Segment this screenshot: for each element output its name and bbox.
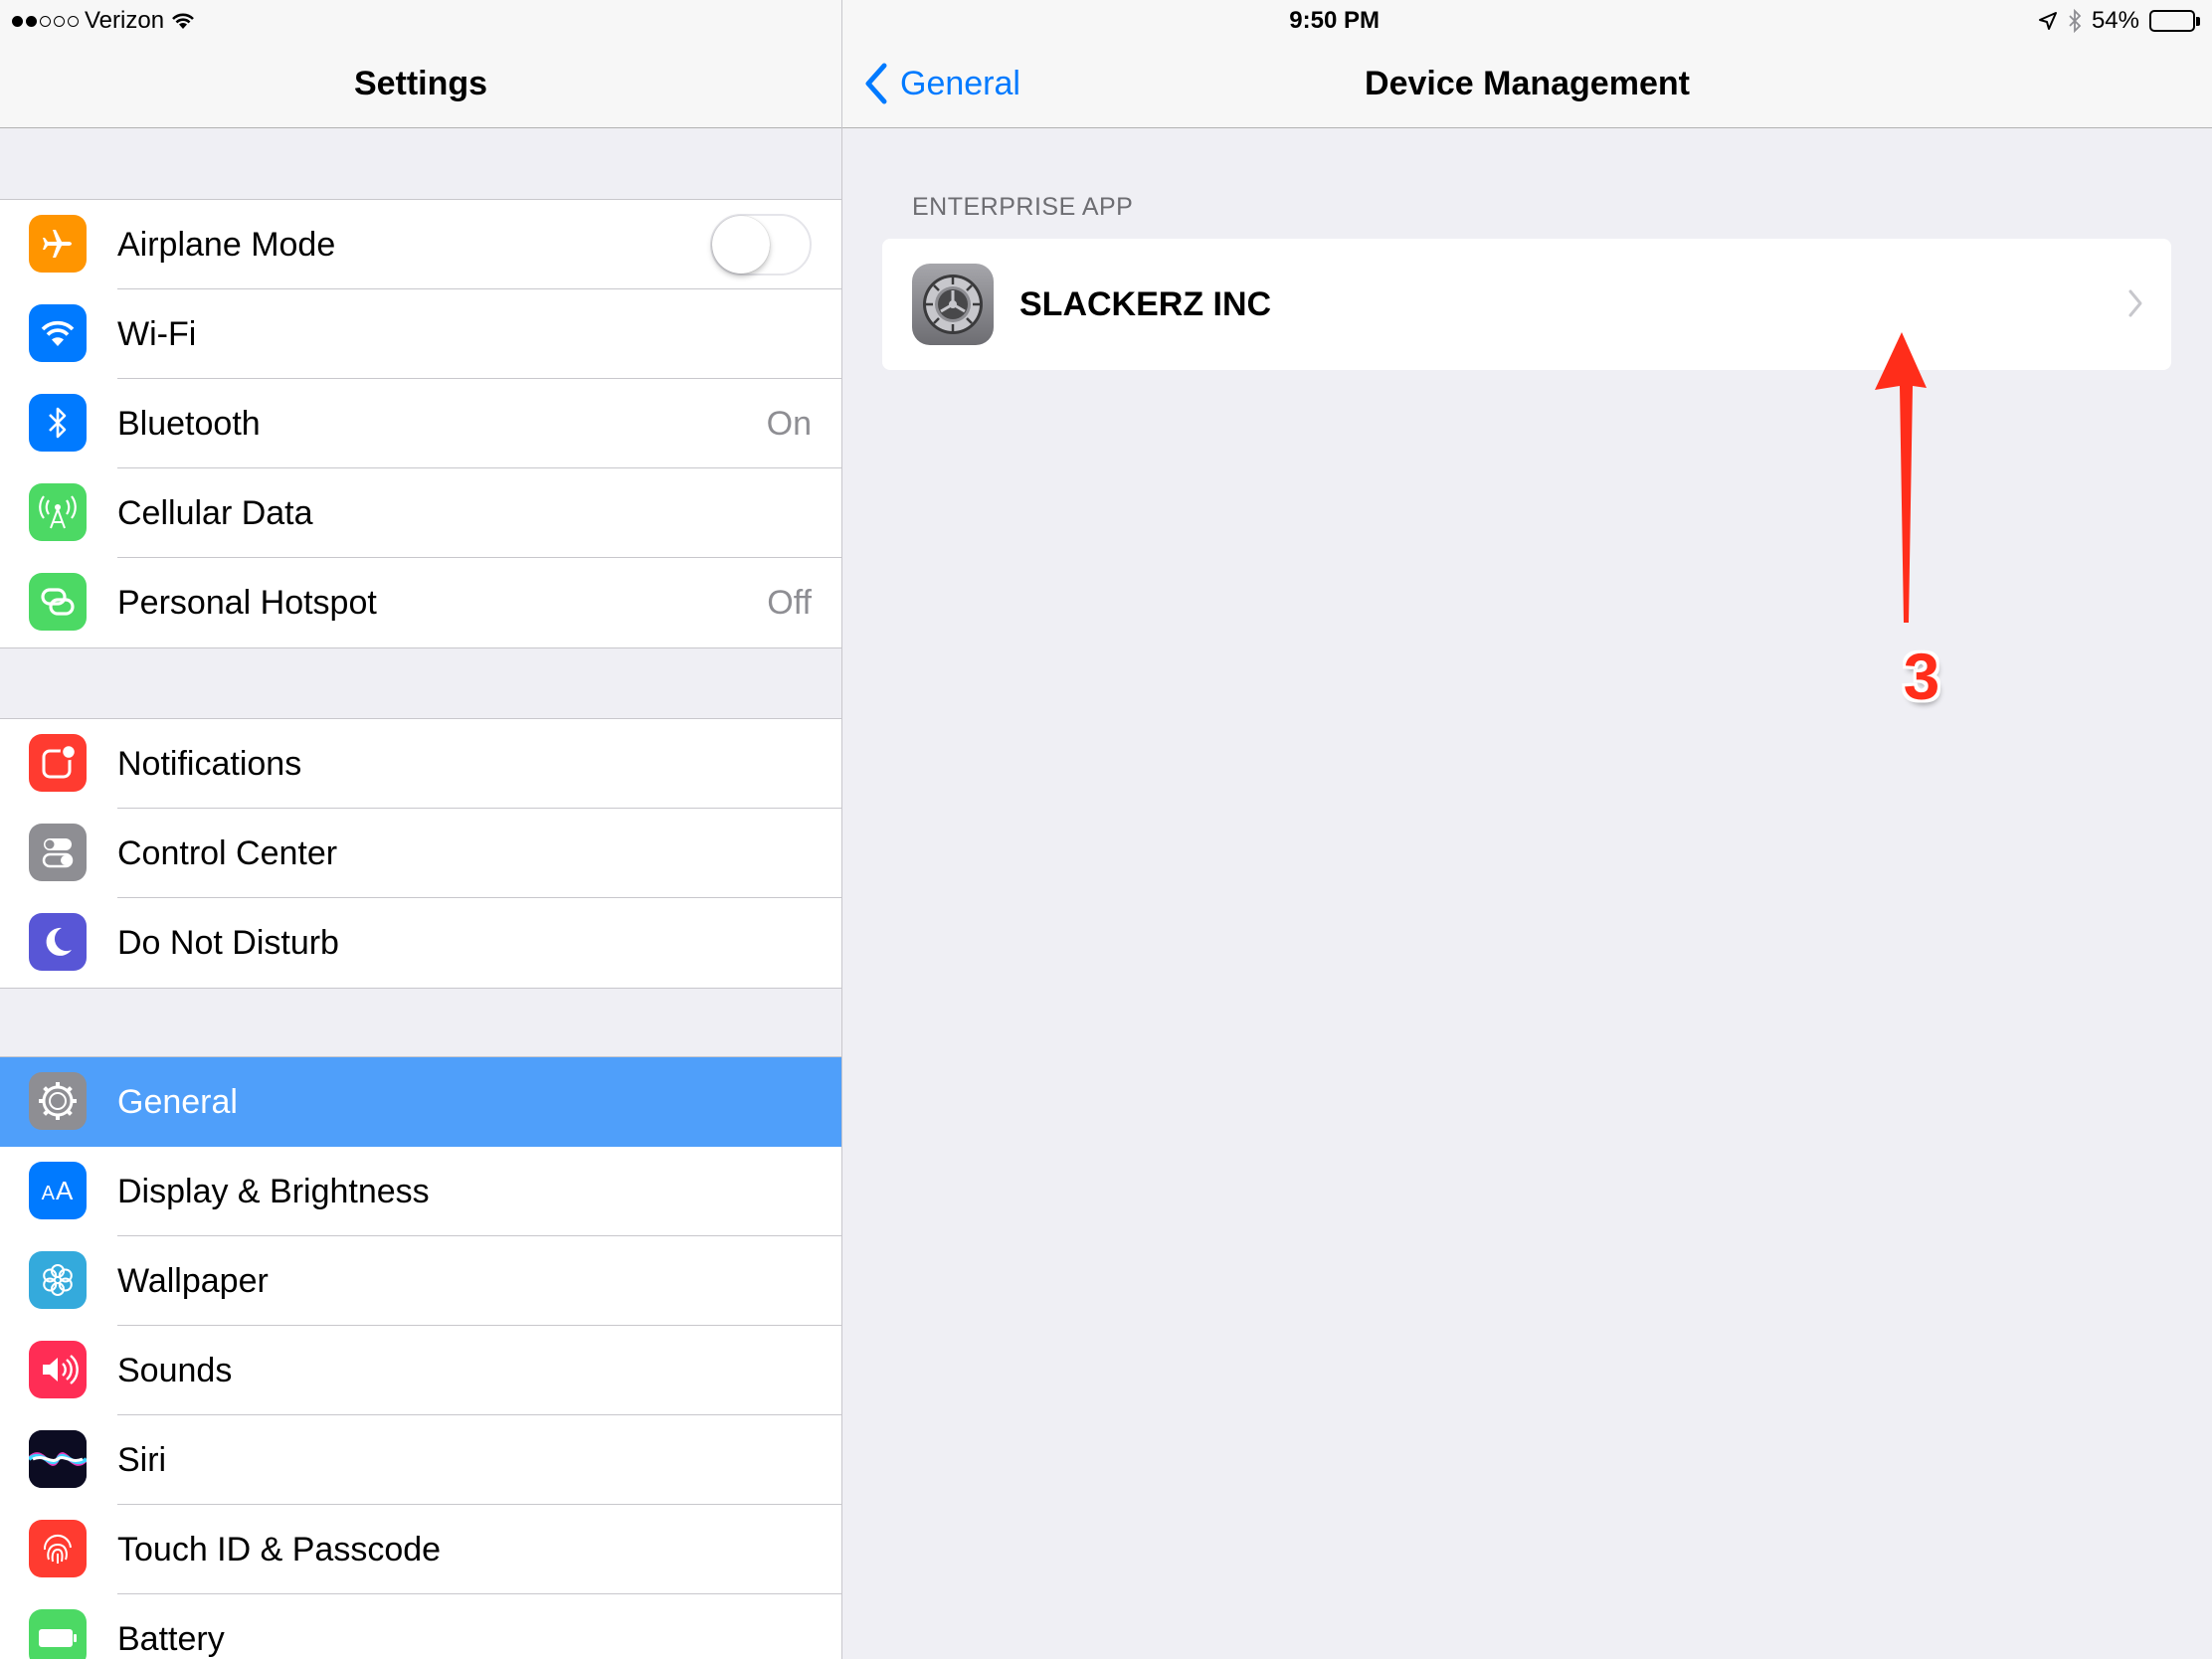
settings-item-bluetooth[interactable]: Bluetooth On [0, 379, 841, 468]
settings-item-touch-id-and-passcode[interactable]: Touch ID & Passcode [0, 1505, 841, 1594]
settings-app-icon [912, 264, 994, 345]
settings-item-do-not-disturb[interactable]: Do Not Disturb [0, 898, 841, 988]
settings-item-label: Battery [117, 1620, 225, 1658]
control-center-icon [29, 824, 87, 881]
siri-icon [29, 1430, 87, 1488]
signal-dot [54, 15, 65, 27]
moon-icon [29, 913, 87, 971]
wifi-status-icon [172, 13, 194, 29]
notifications-icon [29, 734, 87, 792]
settings-item-notifications[interactable]: Notifications [0, 719, 841, 809]
sounds-icon [29, 1341, 87, 1398]
settings-item-label: Cellular Data [117, 494, 313, 532]
battery-status-icon [2149, 10, 2200, 32]
chevron-right-icon [2128, 289, 2142, 317]
settings-item-label: Notifications [117, 745, 302, 783]
settings-group: Notifications Control Center Do Not Distur… [0, 718, 841, 989]
settings-item-battery[interactable]: Battery [0, 1594, 841, 1659]
settings-item-display-and-brightness[interactable]: AA Display & Brightness [0, 1147, 841, 1236]
settings-item-value: Off [767, 584, 812, 622]
status-right-cluster: 54% [2038, 6, 2200, 36]
signal-strength-icon [12, 15, 79, 27]
signal-dot [26, 15, 37, 27]
airplane-icon [29, 215, 87, 273]
fingerprint-icon [29, 1520, 87, 1577]
settings-item-label: Touch ID & Passcode [117, 1531, 442, 1568]
settings-item-label: Wallpaper [117, 1262, 269, 1300]
settings-item-general[interactable]: General [0, 1057, 841, 1147]
profile-name: SLACKERZ INC [1019, 285, 1272, 323]
settings-item-label: Do Not Disturb [117, 924, 339, 962]
carrier-name: Verizon [85, 7, 165, 34]
display-icon: AA [29, 1162, 87, 1219]
signal-dot [40, 15, 51, 27]
section-header: ENTERPRISE APP [912, 193, 1134, 221]
annotation-arrow [1875, 332, 1927, 623]
settings-item-label: Bluetooth [117, 405, 261, 443]
settings-group: Airplane Mode Wi-Fi Bluetooth On Cellular Da… [0, 199, 841, 648]
settings-item-wallpaper[interactable]: Wallpaper [0, 1236, 841, 1326]
settings-item-value: On [766, 405, 812, 443]
cellular-icon [29, 483, 87, 541]
settings-item-sounds[interactable]: Sounds [0, 1326, 841, 1415]
settings-item-siri[interactable]: Siri [0, 1415, 841, 1505]
enterprise-profile-row[interactable]: SLACKERZ INC [882, 239, 2171, 370]
wifi-icon [29, 304, 87, 362]
bluetooth-icon [29, 394, 87, 452]
settings-item-label: General [117, 1083, 238, 1121]
battery-icon [29, 1609, 87, 1659]
hotspot-icon [29, 573, 87, 631]
detail-nav-bar: 9:50 PM 54% General Device Management [842, 0, 2212, 128]
airplane-mode-toggle[interactable] [710, 214, 812, 276]
settings-title: Settings [353, 65, 488, 102]
gear-icon [29, 1072, 87, 1130]
settings-nav-bar: Verizon Settings [0, 0, 841, 128]
settings-item-wi-fi[interactable]: Wi-Fi [0, 289, 841, 379]
carrier-status: Verizon [12, 6, 196, 36]
settings-item-label: Wi-Fi [117, 315, 197, 353]
settings-group: General AA Display & Brightness Wallpaper So… [0, 1056, 841, 1659]
battery-percent: 54% [2091, 7, 2139, 34]
settings-item-control-center[interactable]: Control Center [0, 809, 841, 898]
settings-item-label: Siri [117, 1441, 167, 1479]
settings-item-personal-hotspot[interactable]: Personal Hotspot Off [0, 558, 841, 647]
status-time: 9:50 PM [1289, 7, 1380, 34]
device-management-pane: 9:50 PM 54% General Device Management EN… [842, 0, 2212, 1659]
settings-item-label: Control Center [117, 834, 338, 872]
page-title: Device Management [1365, 65, 1690, 102]
annotation-step-number: 3 [1903, 640, 1940, 713]
settings-item-label: Display & Brightness [117, 1173, 430, 1210]
settings-item-airplane-mode[interactable]: Airplane Mode [0, 200, 841, 289]
wallpaper-icon [29, 1251, 87, 1309]
toggle-knob [712, 216, 770, 274]
settings-item-cellular-data[interactable]: Cellular Data [0, 468, 841, 558]
settings-item-label: Sounds [117, 1352, 233, 1389]
location-icon [2038, 12, 2057, 30]
settings-item-label: Airplane Mode [117, 226, 336, 264]
settings-master-pane: Verizon Settings Airplane Mode Wi-Fi Bluet… [0, 0, 842, 1659]
signal-dot [12, 15, 23, 27]
bluetooth-status-icon [2069, 9, 2082, 33]
signal-dot [68, 15, 79, 27]
settings-item-label: Personal Hotspot [117, 584, 377, 622]
